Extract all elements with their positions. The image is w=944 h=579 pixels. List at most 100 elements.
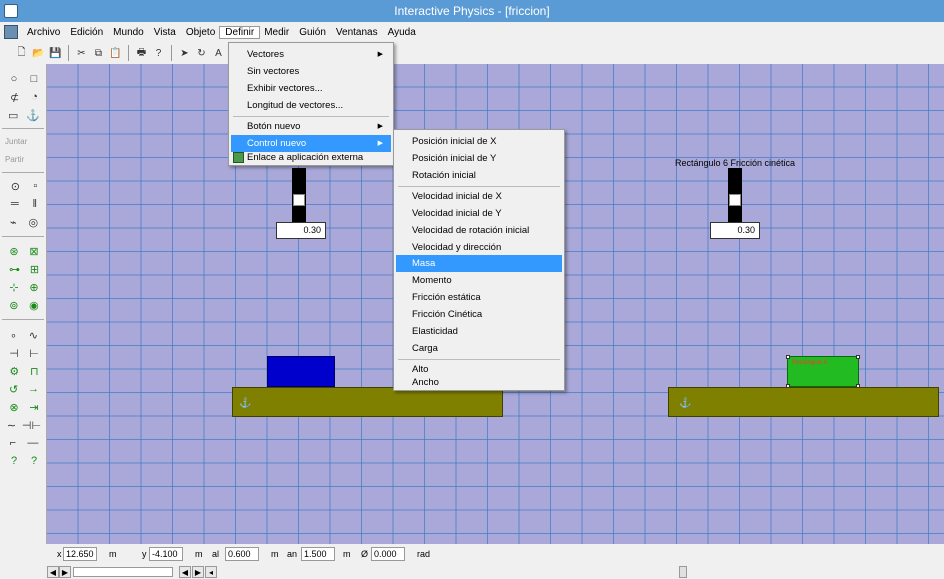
split-button[interactable]: Partir: [5, 155, 24, 164]
height-value[interactable]: 0.600: [225, 547, 259, 561]
separator-tool-icon[interactable]: ⊣⊢: [22, 419, 41, 432]
paste-icon[interactable]: 📋: [108, 46, 123, 61]
ground-left[interactable]: ⚓: [232, 387, 503, 417]
submenu-elasticidad[interactable]: Elasticidad: [396, 323, 562, 340]
x-value[interactable]: 12.650: [63, 547, 97, 561]
copy-icon[interactable]: ⧉: [91, 46, 106, 61]
help-tool-2-icon[interactable]: ?: [31, 455, 37, 467]
blue-block[interactable]: [267, 356, 335, 387]
angle-value[interactable]: 0.000: [371, 547, 405, 561]
menu-item-sin-vectores[interactable]: Sin vectores: [231, 63, 391, 80]
submenu-ancho[interactable]: Ancho: [396, 376, 562, 390]
submenu-rotacion[interactable]: Rotación inicial: [396, 167, 562, 184]
submenu-momento[interactable]: Momento: [396, 272, 562, 289]
motor-square-icon[interactable]: ⊠: [29, 245, 38, 258]
slot-vertical-icon[interactable]: ‖: [33, 198, 38, 210]
join-button[interactable]: Juntar: [5, 137, 27, 146]
gear-tool-icon[interactable]: ⚙: [9, 365, 19, 378]
square-tool-icon[interactable]: □: [31, 73, 38, 85]
menu-item-exhibir-vectores[interactable]: Exhibir vectores...: [231, 80, 391, 97]
step-forward-icon[interactable]: ▶: [59, 566, 71, 578]
menu-objeto[interactable]: Objeto: [181, 27, 220, 38]
submenu-pos-y[interactable]: Posición inicial de Y: [396, 150, 562, 167]
menu-item-boton-nuevo[interactable]: Botón nuevo ▶: [231, 118, 391, 135]
menu-medir[interactable]: Medir: [259, 27, 294, 38]
menu-archivo[interactable]: Archivo: [22, 27, 65, 38]
torque-tool-icon[interactable]: ↺: [9, 383, 18, 396]
spring-tool-icon[interactable]: ∿: [29, 329, 38, 342]
damper-tool-icon[interactable]: ⊣: [9, 347, 19, 360]
slider-control-2[interactable]: [728, 168, 742, 224]
menu-edicion[interactable]: Edición: [65, 27, 108, 38]
joint-vertical-icon[interactable]: ⊹: [9, 281, 18, 294]
help-icon[interactable]: ?: [151, 46, 166, 61]
point-tool-icon[interactable]: ⊙: [11, 180, 20, 193]
submenu-vel-rotacion[interactable]: Velocidad de rotación inicial: [396, 222, 562, 239]
joint-curve-icon[interactable]: ⊚: [9, 299, 18, 312]
square-point-tool-icon[interactable]: ▫: [33, 180, 37, 192]
save-icon[interactable]: 💾: [48, 46, 63, 61]
resize-handle[interactable]: [856, 355, 860, 359]
joint-horizontal-icon[interactable]: ⊶: [9, 263, 20, 276]
scroll-thumb[interactable]: [679, 566, 687, 578]
submenu-vel-y[interactable]: Velocidad inicial de Y: [396, 205, 562, 222]
rod-tool-icon[interactable]: ⊢: [29, 347, 39, 360]
tape-slider[interactable]: [73, 567, 173, 577]
new-icon[interactable]: 🗋: [14, 46, 29, 61]
pin-joint-icon[interactable]: ◎: [28, 216, 38, 229]
green-block[interactable]: Rectángulo 6: [786, 355, 860, 388]
menu-vista[interactable]: Vista: [149, 27, 181, 38]
scroll-left-icon[interactable]: ◂: [205, 566, 217, 578]
polygon-tool-icon[interactable]: ⊄: [10, 91, 19, 104]
help-tool-icon[interactable]: ?: [11, 455, 17, 467]
menu-ventanas[interactable]: Ventanas: [331, 27, 383, 38]
menu-item-longitud-vectores[interactable]: Longitud de vectores...: [231, 97, 391, 114]
rewind-icon[interactable]: ◀: [47, 566, 59, 578]
rope-tool-icon[interactable]: ∘: [10, 329, 17, 342]
linear-actuator-icon[interactable]: ⇥: [29, 401, 38, 414]
control-2-value[interactable]: 0.30: [710, 222, 760, 239]
motor-point-icon[interactable]: ⊛: [9, 245, 18, 258]
force-tool-icon[interactable]: →: [28, 383, 39, 395]
pointer-icon[interactable]: ➤: [177, 46, 192, 61]
submenu-masa[interactable]: Masa: [396, 255, 562, 272]
curve-tool-icon[interactable]: ◔: [31, 91, 38, 103]
pulley-tool-icon[interactable]: ⊓: [30, 365, 39, 378]
actuator-tool-icon[interactable]: ⊗: [9, 401, 18, 414]
cut-icon[interactable]: ✂: [74, 46, 89, 61]
joint-circle-icon[interactable]: ◉: [29, 299, 39, 312]
width-value[interactable]: 1.500: [301, 547, 335, 561]
submenu-vel-x[interactable]: Velocidad inicial de X: [396, 188, 562, 205]
circle-tool-icon[interactable]: ○: [11, 73, 18, 85]
document-icon[interactable]: [4, 25, 18, 39]
ground-right[interactable]: ⚓: [668, 387, 939, 417]
rectangle-tool-icon[interactable]: ▭: [8, 109, 18, 122]
resize-handle[interactable]: [786, 355, 790, 359]
bracket-tool-icon[interactable]: ⌐: [10, 437, 16, 449]
print-icon[interactable]: 🖶: [134, 46, 149, 61]
y-value[interactable]: -4.100: [149, 547, 183, 561]
line-tool-icon[interactable]: —: [27, 437, 38, 449]
submenu-vel-direccion[interactable]: Velocidad y dirección: [396, 239, 562, 256]
rope-curve-icon[interactable]: ∼: [7, 419, 16, 432]
menu-definir[interactable]: Definir: [219, 25, 261, 39]
text-tool-icon[interactable]: A: [211, 46, 226, 61]
slider-thumb[interactable]: [293, 194, 305, 206]
submenu-friccion-cinetica[interactable]: Fricción Cinética: [396, 306, 562, 323]
joint-cross-icon[interactable]: ⊕: [29, 281, 38, 294]
control-1-value[interactable]: 0.30: [276, 222, 326, 239]
curved-slot-icon[interactable]: ⌁: [10, 216, 17, 229]
anchor-tool-icon[interactable]: ⚓: [26, 109, 40, 122]
rotate-icon[interactable]: ↻: [194, 46, 209, 61]
menu-ayuda[interactable]: Ayuda: [383, 27, 421, 38]
slider-control-1[interactable]: [292, 168, 306, 224]
submenu-carga[interactable]: Carga: [396, 340, 562, 357]
submenu-friccion-estatica[interactable]: Fricción estática: [396, 289, 562, 306]
slider-thumb[interactable]: [729, 194, 741, 206]
joint-box-icon[interactable]: ⊞: [30, 263, 39, 276]
slot-horizontal-icon[interactable]: ═: [11, 198, 19, 210]
menu-mundo[interactable]: Mundo: [108, 27, 149, 38]
menu-guion[interactable]: Guión: [294, 27, 331, 38]
submenu-pos-x[interactable]: Posición inicial de X: [396, 133, 562, 150]
menu-item-vectores[interactable]: Vectores ▶: [231, 46, 391, 63]
